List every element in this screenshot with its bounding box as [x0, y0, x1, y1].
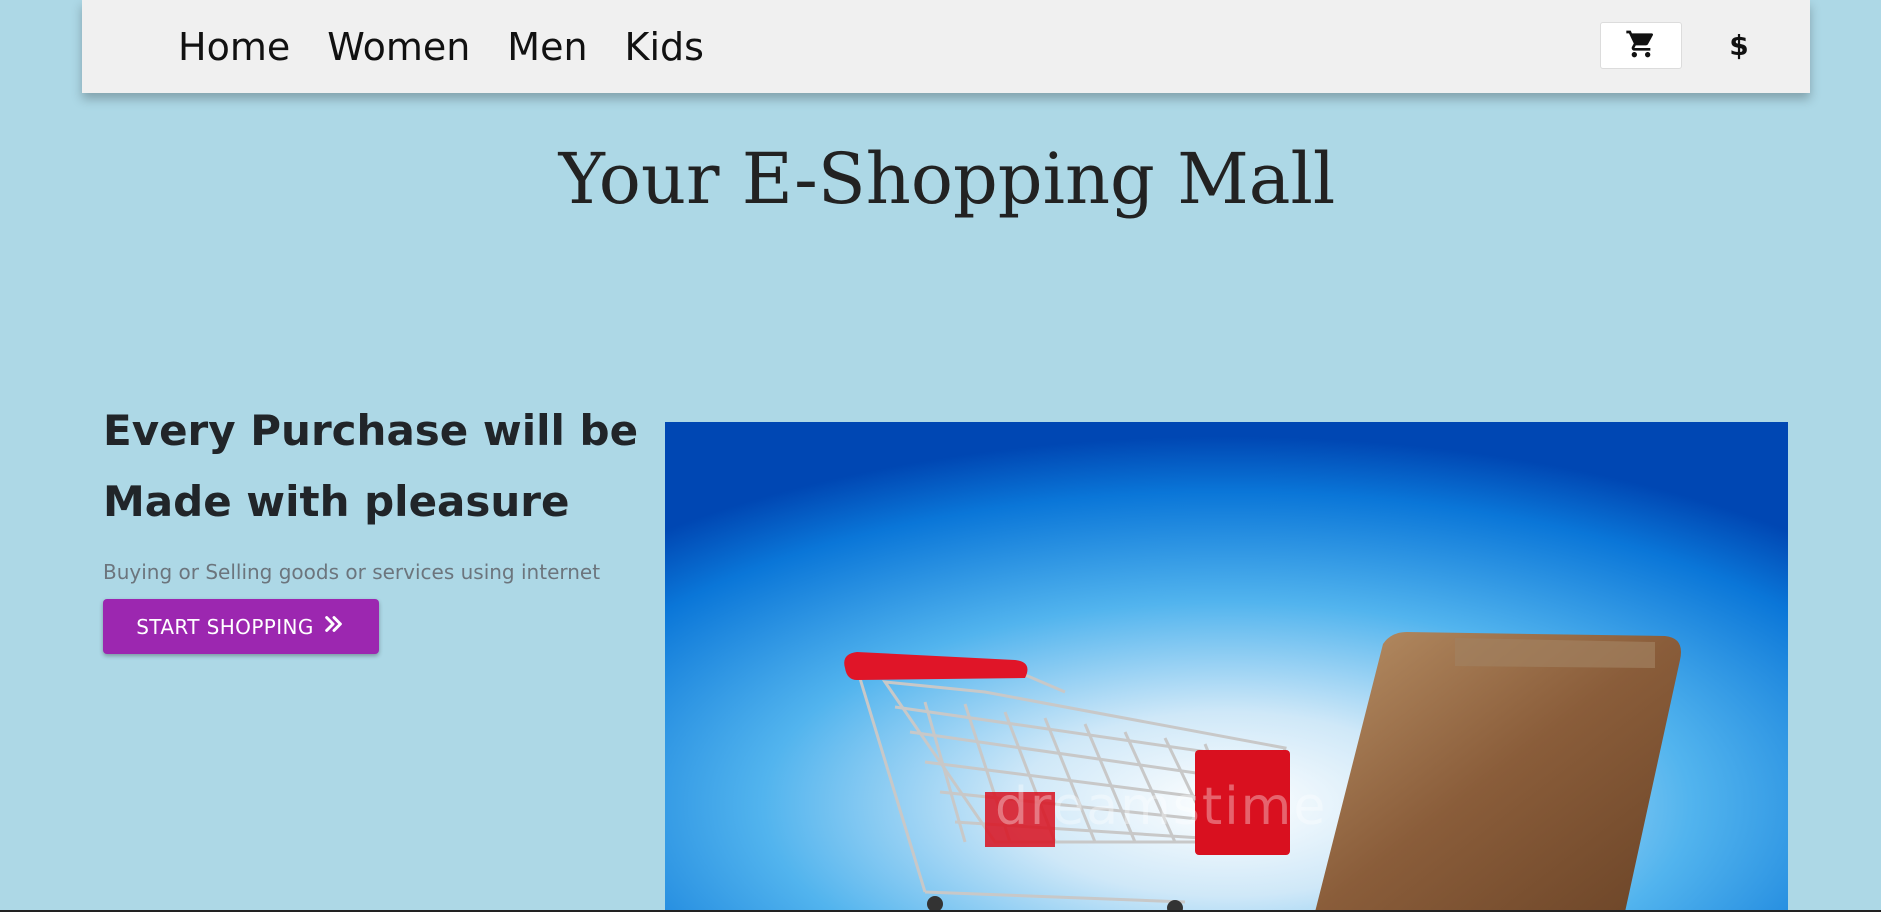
top-navbar: Home Women Men Kids $ — [82, 0, 1810, 93]
double-chevron-right-icon — [322, 613, 346, 640]
nav-link-women[interactable]: Women — [327, 22, 470, 72]
start-shopping-button[interactable]: START SHOPPING — [103, 599, 379, 654]
shopping-cart-laptop-image — [665, 422, 1788, 912]
currency-button[interactable]: $ — [1716, 22, 1762, 69]
cart-button[interactable] — [1600, 22, 1682, 69]
nav-link-men[interactable]: Men — [507, 22, 587, 72]
hero-subtext: Buying or Selling goods or services usin… — [103, 560, 601, 584]
nav-link-kids[interactable]: Kids — [625, 22, 704, 72]
hero-heading: Every Purchase will be Made with pleasur… — [103, 406, 639, 526]
hero-image: dreamstime — [665, 422, 1788, 912]
nav-link-home[interactable]: Home — [178, 22, 290, 72]
shopping-cart-icon — [1624, 28, 1658, 64]
start-shopping-label: START SHOPPING — [136, 614, 314, 639]
nav-links: Home Women Men Kids — [178, 22, 741, 72]
page-title: Your E-Shopping Mall — [558, 138, 1336, 220]
